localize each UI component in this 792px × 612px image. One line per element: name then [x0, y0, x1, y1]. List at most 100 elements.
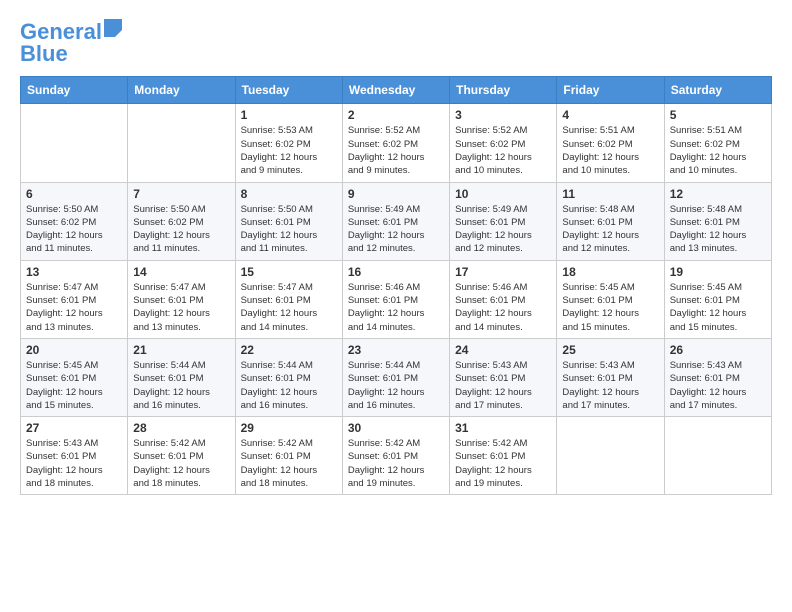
calendar-cell: 3 Sunrise: 5:52 AM Sunset: 6:02 PM Daylig…	[450, 104, 557, 182]
day-info: Sunrise: 5:47 AM Sunset: 6:01 PM Dayligh…	[241, 281, 337, 334]
day-number: 17	[455, 265, 551, 279]
day-info: Sunrise: 5:42 AM Sunset: 6:01 PM Dayligh…	[348, 437, 444, 490]
day-info: Sunrise: 5:43 AM Sunset: 6:01 PM Dayligh…	[562, 359, 658, 412]
calendar-cell	[557, 417, 664, 495]
day-info: Sunrise: 5:50 AM Sunset: 6:02 PM Dayligh…	[26, 203, 122, 256]
calendar-week-row: 6 Sunrise: 5:50 AM Sunset: 6:02 PM Daylig…	[21, 182, 772, 260]
weekday-header: Saturday	[664, 77, 771, 104]
day-info: Sunrise: 5:44 AM Sunset: 6:01 PM Dayligh…	[133, 359, 229, 412]
calendar-cell: 6 Sunrise: 5:50 AM Sunset: 6:02 PM Daylig…	[21, 182, 128, 260]
day-info: Sunrise: 5:50 AM Sunset: 6:01 PM Dayligh…	[241, 203, 337, 256]
calendar-cell	[128, 104, 235, 182]
day-info: Sunrise: 5:52 AM Sunset: 6:02 PM Dayligh…	[455, 124, 551, 177]
day-number: 16	[348, 265, 444, 279]
day-info: Sunrise: 5:44 AM Sunset: 6:01 PM Dayligh…	[348, 359, 444, 412]
weekday-header: Friday	[557, 77, 664, 104]
day-info: Sunrise: 5:45 AM Sunset: 6:01 PM Dayligh…	[670, 281, 766, 334]
calendar-cell: 29 Sunrise: 5:42 AM Sunset: 6:01 PM Dayli…	[235, 417, 342, 495]
calendar-cell: 21 Sunrise: 5:44 AM Sunset: 6:01 PM Dayli…	[128, 338, 235, 416]
calendar-cell: 10Sunrise: 5:49 AM Sunset: 6:01 PM Dayli…	[450, 182, 557, 260]
day-info: Sunrise: 5:46 AM Sunset: 6:01 PM Dayligh…	[455, 281, 551, 334]
calendar-cell: 26 Sunrise: 5:43 AM Sunset: 6:01 PM Dayli…	[664, 338, 771, 416]
day-number: 22	[241, 343, 337, 357]
weekday-header: Thursday	[450, 77, 557, 104]
day-number: 19	[670, 265, 766, 279]
day-info: Sunrise: 5:45 AM Sunset: 6:01 PM Dayligh…	[562, 281, 658, 334]
day-info: Sunrise: 5:42 AM Sunset: 6:01 PM Dayligh…	[455, 437, 551, 490]
day-number: 2	[348, 108, 444, 122]
day-info: Sunrise: 5:45 AM Sunset: 6:01 PM Dayligh…	[26, 359, 122, 412]
day-number: 23	[348, 343, 444, 357]
day-number: 30	[348, 421, 444, 435]
day-number: 28	[133, 421, 229, 435]
logo-text-line2: Blue	[20, 42, 122, 66]
page-header: General Blue	[20, 20, 772, 66]
day-info: Sunrise: 5:42 AM Sunset: 6:01 PM Dayligh…	[241, 437, 337, 490]
day-number: 25	[562, 343, 658, 357]
day-number: 20	[26, 343, 122, 357]
day-number: 12	[670, 187, 766, 201]
logo: General Blue	[20, 20, 122, 66]
day-info: Sunrise: 5:43 AM Sunset: 6:01 PM Dayligh…	[455, 359, 551, 412]
calendar-cell: 7 Sunrise: 5:50 AM Sunset: 6:02 PM Daylig…	[128, 182, 235, 260]
calendar-cell: 28 Sunrise: 5:42 AM Sunset: 6:01 PM Dayli…	[128, 417, 235, 495]
day-number: 7	[133, 187, 229, 201]
day-info: Sunrise: 5:48 AM Sunset: 6:01 PM Dayligh…	[670, 203, 766, 256]
day-info: Sunrise: 5:47 AM Sunset: 6:01 PM Dayligh…	[26, 281, 122, 334]
day-number: 27	[26, 421, 122, 435]
day-info: Sunrise: 5:42 AM Sunset: 6:01 PM Dayligh…	[133, 437, 229, 490]
day-number: 13	[26, 265, 122, 279]
calendar-cell: 12 Sunrise: 5:48 AM Sunset: 6:01 PM Dayli…	[664, 182, 771, 260]
calendar-cell: 5 Sunrise: 5:51 AM Sunset: 6:02 PM Daylig…	[664, 104, 771, 182]
day-number: 21	[133, 343, 229, 357]
day-number: 11	[562, 187, 658, 201]
day-number: 18	[562, 265, 658, 279]
calendar-cell: 8 Sunrise: 5:50 AM Sunset: 6:01 PM Daylig…	[235, 182, 342, 260]
day-number: 1	[241, 108, 337, 122]
calendar-cell: 4Sunrise: 5:51 AM Sunset: 6:02 PM Daylig…	[557, 104, 664, 182]
calendar-cell: 15Sunrise: 5:47 AM Sunset: 6:01 PM Dayli…	[235, 260, 342, 338]
day-info: Sunrise: 5:43 AM Sunset: 6:01 PM Dayligh…	[26, 437, 122, 490]
day-info: Sunrise: 5:53 AM Sunset: 6:02 PM Dayligh…	[241, 124, 337, 177]
day-info: Sunrise: 5:48 AM Sunset: 6:01 PM Dayligh…	[562, 203, 658, 256]
day-number: 31	[455, 421, 551, 435]
day-info: Sunrise: 5:51 AM Sunset: 6:02 PM Dayligh…	[670, 124, 766, 177]
day-number: 24	[455, 343, 551, 357]
calendar-week-row: 1 Sunrise: 5:53 AM Sunset: 6:02 PM Daylig…	[21, 104, 772, 182]
day-number: 14	[133, 265, 229, 279]
calendar-cell: 19 Sunrise: 5:45 AM Sunset: 6:01 PM Dayli…	[664, 260, 771, 338]
calendar-week-row: 27 Sunrise: 5:43 AM Sunset: 6:01 PM Dayli…	[21, 417, 772, 495]
day-info: Sunrise: 5:47 AM Sunset: 6:01 PM Dayligh…	[133, 281, 229, 334]
calendar-cell: 20 Sunrise: 5:45 AM Sunset: 6:01 PM Dayli…	[21, 338, 128, 416]
day-info: Sunrise: 5:52 AM Sunset: 6:02 PM Dayligh…	[348, 124, 444, 177]
calendar-cell: 23 Sunrise: 5:44 AM Sunset: 6:01 PM Dayli…	[342, 338, 449, 416]
weekday-header: Tuesday	[235, 77, 342, 104]
calendar-cell: 24 Sunrise: 5:43 AM Sunset: 6:01 PM Dayli…	[450, 338, 557, 416]
logo-icon	[104, 19, 122, 37]
calendar-cell: 9Sunrise: 5:49 AM Sunset: 6:01 PM Daylig…	[342, 182, 449, 260]
calendar-cell: 25 Sunrise: 5:43 AM Sunset: 6:01 PM Dayli…	[557, 338, 664, 416]
calendar-cell: 30 Sunrise: 5:42 AM Sunset: 6:01 PM Dayli…	[342, 417, 449, 495]
day-number: 3	[455, 108, 551, 122]
day-number: 10	[455, 187, 551, 201]
calendar-cell: 14 Sunrise: 5:47 AM Sunset: 6:01 PM Dayli…	[128, 260, 235, 338]
calendar-cell	[21, 104, 128, 182]
calendar-cell: 1 Sunrise: 5:53 AM Sunset: 6:02 PM Daylig…	[235, 104, 342, 182]
day-number: 4	[562, 108, 658, 122]
day-info: Sunrise: 5:50 AM Sunset: 6:02 PM Dayligh…	[133, 203, 229, 256]
calendar-cell: 22Sunrise: 5:44 AM Sunset: 6:01 PM Dayli…	[235, 338, 342, 416]
calendar-cell: 16Sunrise: 5:46 AM Sunset: 6:01 PM Dayli…	[342, 260, 449, 338]
day-number: 8	[241, 187, 337, 201]
day-number: 26	[670, 343, 766, 357]
calendar-cell: 2 Sunrise: 5:52 AM Sunset: 6:02 PM Daylig…	[342, 104, 449, 182]
day-info: Sunrise: 5:43 AM Sunset: 6:01 PM Dayligh…	[670, 359, 766, 412]
day-number: 6	[26, 187, 122, 201]
weekday-header: Wednesday	[342, 77, 449, 104]
calendar-table: SundayMondayTuesdayWednesdayThursdayFrid…	[20, 76, 772, 495]
calendar-week-row: 20 Sunrise: 5:45 AM Sunset: 6:01 PM Dayli…	[21, 338, 772, 416]
calendar-cell: 27 Sunrise: 5:43 AM Sunset: 6:01 PM Dayli…	[21, 417, 128, 495]
calendar-header-row: SundayMondayTuesdayWednesdayThursdayFrid…	[21, 77, 772, 104]
day-number: 29	[241, 421, 337, 435]
calendar-cell: 18 Sunrise: 5:45 AM Sunset: 6:01 PM Dayli…	[557, 260, 664, 338]
day-number: 5	[670, 108, 766, 122]
